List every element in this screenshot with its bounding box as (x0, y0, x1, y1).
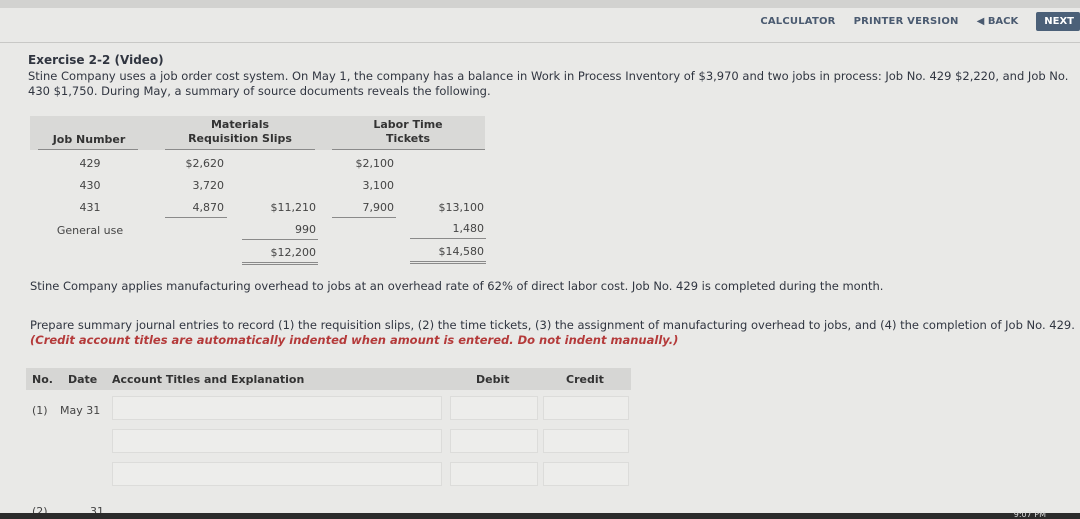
account-input[interactable] (112, 396, 442, 420)
top-toolbar: CALCULATOR PRINTER VERSION ◀ BACK NEXT (760, 11, 1080, 31)
header-credit: Credit (566, 373, 604, 386)
back-button[interactable]: ◀ BACK (977, 16, 1019, 27)
header-no: No. (32, 373, 53, 386)
rule (332, 149, 485, 150)
credit-input[interactable] (543, 462, 629, 486)
materials-cell: 4,870 (192, 201, 225, 214)
instructions: Prepare summary journal entries to recor… (30, 318, 1075, 348)
rule (410, 238, 486, 239)
materials-cell: $2,620 (185, 157, 225, 170)
entry-number: (1) (32, 404, 48, 417)
materials-cell: 3,720 (192, 179, 225, 192)
header-debit: Debit (476, 373, 510, 386)
labor-total: $14,580 (438, 245, 485, 258)
entry-date: May 31 (60, 404, 101, 417)
job-cell: General use (56, 224, 124, 237)
header-materials-line1: Materials (210, 118, 270, 131)
header-labor-line1: Labor Time (373, 118, 443, 131)
overhead-text: Stine Company applies manufacturing over… (30, 279, 884, 293)
header-job-number: Job Number (52, 133, 126, 146)
rule (165, 217, 227, 218)
rule (242, 239, 318, 240)
exercise-intro: Stine Company uses a job order cost syst… (28, 69, 1069, 98)
header-materials-line2: Requisition Slips (188, 132, 292, 145)
materials-total: $12,200 (270, 246, 317, 259)
debit-input[interactable] (450, 429, 538, 453)
taskbar (0, 513, 1080, 519)
top-strip (0, 0, 1080, 8)
account-input[interactable] (112, 462, 442, 486)
chevron-left-icon: ◀ (976, 15, 985, 27)
header-date: Date (68, 373, 98, 386)
rule (165, 149, 315, 150)
account-input[interactable] (112, 429, 442, 453)
job-cell: 430 (79, 179, 101, 192)
divider (0, 42, 1080, 43)
job-cell: 429 (79, 157, 101, 170)
journal-header: No. Date Account Titles and Explanation … (26, 368, 631, 390)
source-documents-table: Job Number Materials Requisition Slips L… (30, 116, 490, 266)
double-rule (410, 263, 486, 264)
printer-version-link[interactable]: PRINTER VERSION (854, 16, 959, 27)
instructions-note: (Credit account titles are automatically… (30, 333, 679, 347)
back-label: BACK (987, 15, 1019, 27)
taskbar-clock: 9:07 PM (1013, 510, 1046, 519)
labor-subtotal: $13,100 (438, 201, 485, 214)
debit-input[interactable] (450, 462, 538, 486)
materials-subtotal: $11,210 (270, 201, 317, 214)
header-account: Account Titles and Explanation (112, 373, 305, 386)
rule (38, 149, 138, 150)
credit-input[interactable] (543, 396, 629, 420)
labor-subtotal: 1,480 (452, 222, 485, 235)
double-rule (410, 261, 486, 262)
labor-cell: 3,100 (362, 179, 395, 192)
next-button[interactable]: NEXT (1036, 11, 1080, 31)
calculator-link[interactable]: CALCULATOR (760, 16, 835, 27)
labor-cell: 7,900 (362, 201, 395, 214)
credit-input[interactable] (543, 429, 629, 453)
instructions-text: Prepare summary journal entries to recor… (30, 318, 1075, 332)
labor-cell: $2,100 (355, 157, 395, 170)
materials-subtotal: 990 (295, 223, 316, 236)
exercise-title: Exercise 2-2 (Video) (28, 53, 164, 67)
header-labor-line2: Tickets (385, 132, 431, 145)
job-cell: 431 (79, 201, 101, 214)
debit-input[interactable] (450, 396, 538, 420)
double-rule (242, 264, 318, 265)
double-rule (242, 262, 318, 263)
rule (332, 217, 396, 218)
